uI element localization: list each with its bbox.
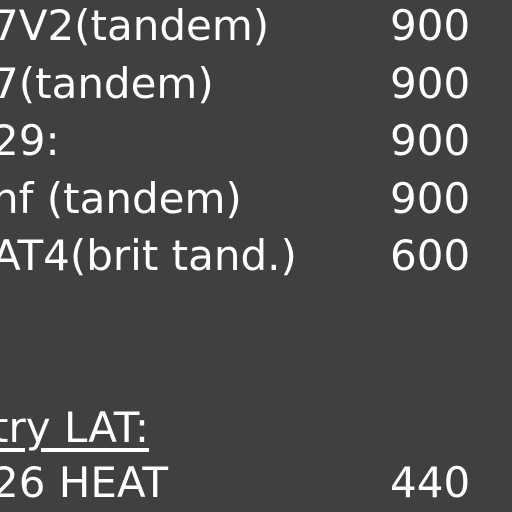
row-label: AT4(brit tand.) xyxy=(0,231,297,280)
bottom-row-value: 440 xyxy=(390,458,471,507)
row-value: 900 xyxy=(390,116,471,165)
row-value: 900 xyxy=(390,59,471,108)
row-label: nf (tandem) xyxy=(0,174,242,223)
row-value: 600 xyxy=(390,231,471,280)
row-label: 7(tandem) xyxy=(0,59,214,108)
row-label: 29: xyxy=(0,116,60,165)
row-label: 7V2(tandem) xyxy=(0,1,270,50)
row-value: 900 xyxy=(390,174,471,223)
screen-canvas: 7V2(tandem) 900 7(tandem) 900 29: 900 nf… xyxy=(0,0,512,512)
section-heading: try LAT: xyxy=(0,403,149,452)
row-value: 900 xyxy=(390,1,471,50)
bottom-row-label: 26 HEAT xyxy=(0,458,169,507)
